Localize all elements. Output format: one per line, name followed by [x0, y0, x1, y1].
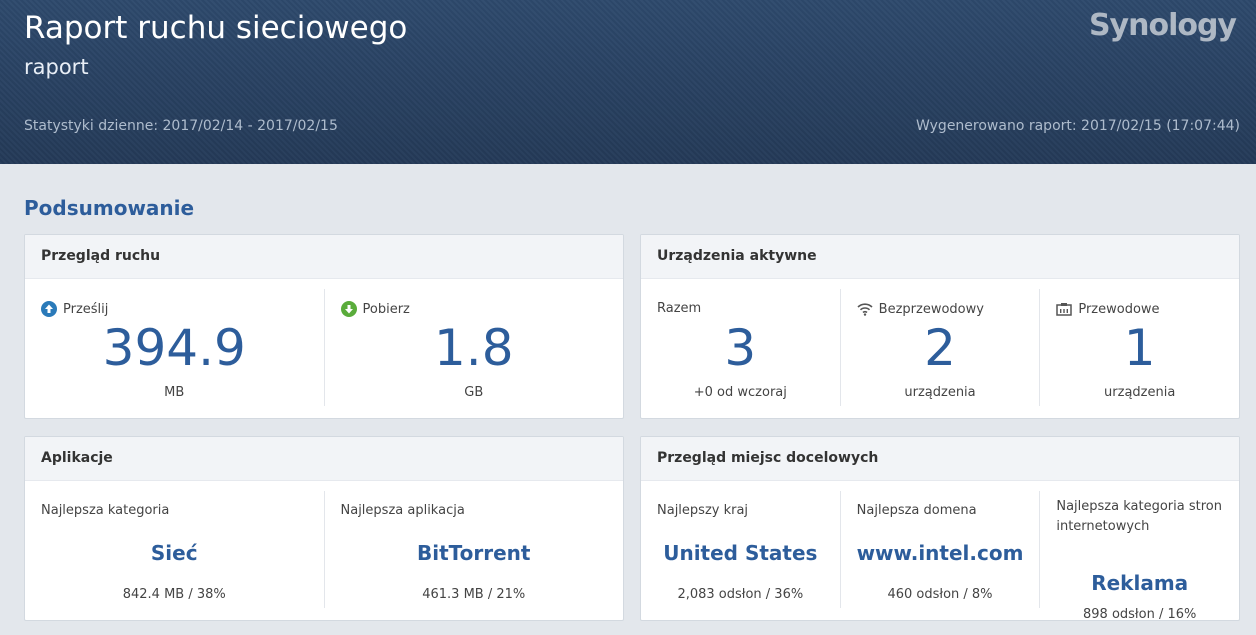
generated-timestamp: Wygenerowano raport: 2017/02/15 (17:07:4… [916, 118, 1240, 134]
devices-wireless-value: 2 [924, 319, 956, 377]
card-title: Przegląd ruchu [25, 235, 623, 279]
traffic-overview-card: Przegląd ruchu Prześlij 394.9 MB Pobierz… [24, 234, 624, 419]
devices-wired-value: 1 [1123, 319, 1156, 377]
upload-stat: Prześlij 394.9 MB [25, 289, 325, 406]
top-country-label: Najlepszy kraj [657, 503, 749, 518]
card-title: Przegląd miejsc docelowych [641, 437, 1239, 481]
section-title: Podsumowanie [24, 196, 195, 220]
upload-unit: MB [164, 385, 185, 400]
top-country-stat: Najlepszy kraj United States 2,083 odsło… [641, 491, 841, 608]
devices-total-note: +0 od wczoraj [693, 385, 787, 400]
devices-total-value: 3 [724, 319, 757, 377]
devices-wireless-note: urządzenia [904, 385, 976, 400]
arrow-down-circle-icon [340, 301, 357, 317]
top-country-note: 2,083 odsłon / 36% [677, 587, 804, 602]
top-category-label: Najlepsza kategoria [41, 503, 170, 518]
top-web-category-stat: Najlepsza kategoria stron internetowych … [1040, 491, 1239, 620]
upload-label: Prześlij [63, 301, 109, 317]
top-web-category-value: Reklama [1091, 571, 1189, 595]
devices-wired-label: Przewodowe [1078, 301, 1160, 317]
top-app-note: 461.3 MB / 21% [422, 587, 526, 602]
wifi-icon [857, 301, 873, 317]
download-stat: Pobierz 1.8 GB [325, 289, 624, 406]
page-subtitle: raport [24, 55, 89, 79]
top-country-value: United States [663, 541, 818, 565]
synology-logo: Synology [1088, 8, 1237, 43]
devices-wired-note: urządzenia [1104, 385, 1176, 400]
top-domain-label: Najlepsza domena [856, 503, 977, 518]
top-domain-stat: Najlepsza domena www.intel.com 460 odsło… [841, 491, 1041, 608]
devices-total-stat: Razem 3 +0 od wczoraj [641, 289, 841, 406]
top-domain-value: www.intel.com [856, 541, 1024, 565]
devices-wireless-stat: Bezprzewodowy 2 urządzenia [841, 289, 1041, 406]
ethernet-icon [1056, 301, 1073, 317]
report-header: Raport ruchu sieciowego raport Statystyk… [0, 0, 1256, 164]
page-title: Raport ruchu sieciowego [24, 10, 408, 46]
logo-text: Synology [1088, 8, 1237, 43]
applications-card: Aplikacje Najlepsza kategoria Sieć 842.4… [24, 436, 624, 621]
download-unit: GB [464, 385, 484, 400]
top-app-stat: Najlepsza aplikacja BitTorrent 461.3 MB … [325, 491, 624, 608]
active-devices-card: Urządzenia aktywne Razem 3 +0 od wczoraj… [640, 234, 1240, 419]
top-category-stat: Najlepsza kategoria Sieć 842.4 MB / 38% [25, 491, 325, 608]
devices-total-label: Razem [657, 301, 702, 316]
card-title: Urządzenia aktywne [641, 235, 1239, 279]
stats-date-range: Statystyki dzienne: 2017/02/14 - 2017/02… [24, 118, 338, 134]
destinations-card: Przegląd miejsc docelowych Najlepszy kra… [640, 436, 1240, 621]
top-domain-note: 460 odsłon / 8% [887, 587, 993, 602]
arrow-up-circle-icon [41, 301, 57, 317]
devices-wired-stat: Przewodowe 1 urządzenia [1040, 289, 1239, 406]
top-app-value: BitTorrent [417, 541, 531, 565]
top-app-label: Najlepsza aplikacja [340, 503, 465, 518]
upload-value: 394.9 [102, 319, 246, 377]
download-label: Pobierz [362, 301, 410, 317]
top-web-category-note: 898 odsłon / 16% [1083, 607, 1197, 621]
top-category-value: Sieć [150, 541, 198, 565]
card-title: Aplikacje [25, 437, 623, 481]
top-category-note: 842.4 MB / 38% [122, 587, 226, 602]
download-value: 1.8 [433, 319, 514, 377]
devices-wireless-label: Bezprzewodowy [878, 301, 984, 317]
top-web-category-label: Najlepsza kategoria stron internetowych [1056, 499, 1222, 534]
